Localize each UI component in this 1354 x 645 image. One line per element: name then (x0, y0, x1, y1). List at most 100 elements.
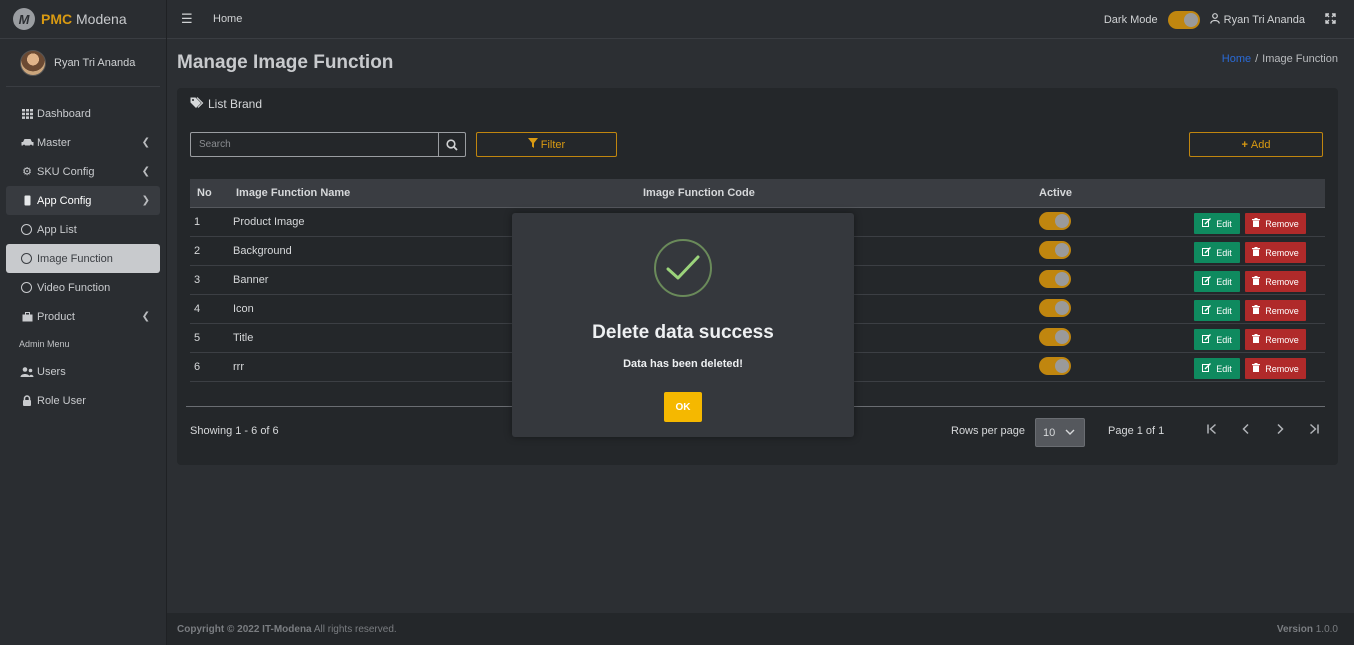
modal-title: Delete data success (592, 322, 774, 343)
remove-button[interactable]: Remove (1245, 358, 1306, 379)
remove-button[interactable]: Remove (1245, 242, 1306, 263)
copyright-company[interactable]: IT-Modena (262, 624, 311, 635)
brand[interactable]: M PMC Modena (0, 0, 166, 39)
sidebar-item-app-config[interactable]: App Config ❯ (6, 186, 160, 215)
gear-icon: ⚙ (22, 166, 32, 178)
sidebar-item-image-function[interactable]: Image Function (6, 244, 160, 273)
rows-per-page-value: 10 (1043, 426, 1056, 439)
remove-button-label: Remove (1265, 276, 1299, 287)
sidebar-item-sku-config[interactable]: ⚙ SKU Config ❮ (6, 157, 160, 186)
circle-icon (21, 282, 32, 293)
dark-mode-label: Dark Mode (1103, 13, 1158, 26)
sidebar-item-users[interactable]: Users (6, 357, 160, 386)
topbar: ☰ Home Dark Mode Ryan Tri Ananda (167, 0, 1354, 39)
sidebar-item-label: Product (37, 310, 75, 323)
lock-icon (19, 395, 35, 406)
content-header: Manage Image Function Home / Image Functio… (177, 52, 1338, 74)
edit-button[interactable]: Edit (1194, 300, 1240, 321)
active-toggle[interactable] (1039, 298, 1071, 317)
column-header-active[interactable]: Active (1039, 187, 1179, 199)
chevron-left-icon: ❮ (141, 137, 150, 148)
cell-no: 5 (194, 332, 201, 344)
user-name: Ryan Tri Ananda (54, 56, 136, 69)
sidebar-item-master[interactable]: Master ❮ (6, 128, 160, 157)
remove-button-label: Remove (1265, 363, 1299, 374)
edit-button[interactable]: Edit (1194, 271, 1240, 292)
page-info: Page 1 of 1 (1108, 425, 1165, 437)
edit-button-label: Edit (1216, 363, 1232, 374)
topbar-user-name[interactable]: Ryan Tri Ananda (1224, 14, 1305, 26)
toggle-knob (1055, 242, 1069, 257)
active-toggle[interactable] (1039, 356, 1071, 375)
tags-icon (190, 97, 205, 111)
sidebar-item-dashboard[interactable]: Dashboard (6, 99, 160, 128)
active-toggle[interactable] (1039, 240, 1071, 259)
sidebar-item-product[interactable]: Product ❮ (6, 302, 160, 331)
active-toggle[interactable] (1039, 211, 1071, 230)
hamburger-icon[interactable]: ☰ (181, 11, 193, 27)
edit-icon (1202, 334, 1212, 345)
rows-per-page-select[interactable]: 10 (1035, 418, 1085, 447)
plus-icon: + (1241, 138, 1248, 151)
sidebar-item-label: Dashboard (37, 107, 91, 120)
sidebar-item-app-list[interactable]: App List (6, 215, 160, 244)
edit-icon (1202, 363, 1212, 374)
edit-button[interactable]: Edit (1194, 329, 1240, 350)
breadcrumb-home-link[interactable]: Home (1222, 53, 1251, 65)
chevron-left-icon: ❮ (141, 311, 150, 322)
toggle-knob (1055, 358, 1069, 373)
first-page-icon[interactable] (1195, 422, 1229, 438)
ok-button[interactable]: OK (664, 392, 702, 422)
next-page-icon[interactable] (1263, 422, 1297, 438)
card-title: List Brand (190, 97, 262, 111)
sidebar-item-label: SKU Config (37, 165, 95, 178)
remove-button-label: Remove (1265, 334, 1299, 345)
cell-no: 4 (194, 303, 201, 315)
trash-icon (1252, 247, 1261, 258)
sidebar-item-role-user[interactable]: Role User (6, 386, 160, 415)
search-box (190, 132, 466, 157)
sidebar-item-label: Image Function (37, 252, 113, 265)
cell-active (1039, 269, 1179, 291)
remove-button[interactable]: Remove (1245, 329, 1306, 350)
rows-per-page-label: Rows per page (951, 425, 1025, 437)
edit-button[interactable]: Edit (1194, 358, 1240, 379)
edit-button[interactable]: Edit (1194, 213, 1240, 234)
active-toggle[interactable] (1039, 327, 1071, 346)
trash-icon (1252, 218, 1261, 229)
add-button[interactable]: + Add (1189, 132, 1323, 157)
remove-button[interactable]: Remove (1245, 213, 1306, 234)
brand-name-rest: Modena (76, 11, 127, 27)
fullscreen-icon[interactable] (1325, 12, 1336, 27)
cell-active (1039, 356, 1179, 378)
remove-button[interactable]: Remove (1245, 271, 1306, 292)
search-input[interactable] (191, 133, 438, 156)
active-toggle[interactable] (1039, 269, 1071, 288)
column-header-name[interactable]: Image Function Name (233, 187, 643, 199)
circle-icon (21, 224, 32, 235)
chevron-down-icon: ❯ (141, 195, 150, 206)
topbar-home-link[interactable]: Home (213, 13, 242, 25)
edit-icon (1202, 305, 1212, 316)
copyright-rights: All rights reserved. (313, 623, 397, 635)
user-panel[interactable]: Ryan Tri Ananda (6, 39, 160, 87)
cell-no: 3 (194, 274, 201, 286)
edit-icon (1202, 218, 1212, 229)
sidebar-item-video-function[interactable]: Video Function (6, 273, 160, 302)
edit-button-label: Edit (1216, 334, 1232, 345)
column-header-code[interactable]: Image Function Code (643, 187, 1039, 199)
toggle-knob (1055, 300, 1069, 315)
phone-icon (19, 195, 35, 206)
prev-page-icon[interactable] (1229, 422, 1263, 438)
grid-icon (19, 108, 35, 119)
remove-button[interactable]: Remove (1245, 300, 1306, 321)
remove-button-label: Remove (1265, 247, 1299, 258)
admin-menu-header: Admin Menu (19, 339, 70, 349)
filter-button[interactable]: Filter (476, 132, 617, 157)
check-circle-icon (654, 239, 712, 297)
last-page-icon[interactable] (1297, 422, 1331, 438)
dark-mode-toggle[interactable] (1167, 10, 1200, 29)
brand-name: PMC Modena (41, 11, 127, 27)
edit-button[interactable]: Edit (1194, 242, 1240, 263)
search-icon[interactable] (438, 133, 465, 156)
